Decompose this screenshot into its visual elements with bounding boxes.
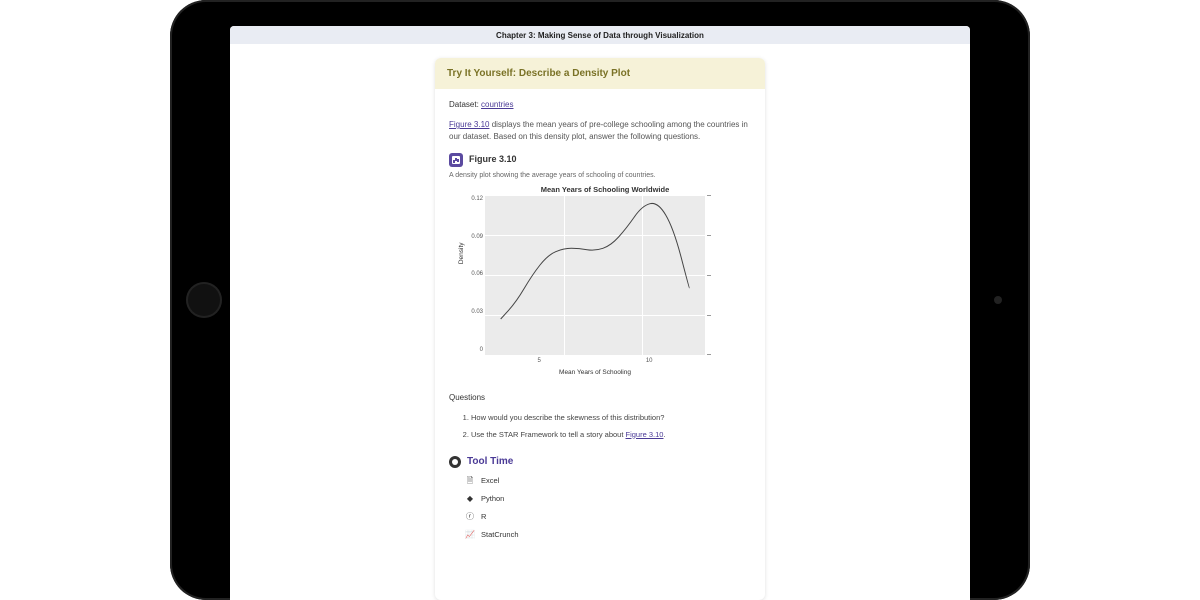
dataset-label: Dataset: bbox=[449, 100, 479, 109]
y-tick: 0.12 bbox=[459, 195, 483, 204]
tool-item-r[interactable]: ⓡR bbox=[465, 511, 751, 523]
tool-label: R bbox=[481, 511, 486, 522]
figure-ref-link[interactable]: Figure 3.10 bbox=[449, 120, 489, 129]
tool-list: 🗎Excel ◆Python ⓡR 📈StatCrunch bbox=[465, 475, 751, 541]
figure-heading: Figure 3.10 bbox=[469, 153, 517, 167]
right-ticks bbox=[705, 195, 711, 355]
tablet-screen: Chapter 3: Making Sense of Data through … bbox=[230, 26, 970, 600]
chart-line-icon: 📈 bbox=[465, 529, 475, 541]
figure-desc-text: displays the mean years of pre-college s… bbox=[449, 120, 748, 141]
y-axis-label: Density bbox=[457, 242, 467, 264]
x-tick: 5 bbox=[537, 357, 540, 366]
y-tick: 0.06 bbox=[459, 270, 483, 279]
tool-label: Excel bbox=[481, 475, 499, 486]
tool-item-statcrunch[interactable]: 📈 StatCrunch bbox=[465, 529, 751, 541]
tool-time-label: Tool Time bbox=[467, 454, 513, 469]
tool-item-python[interactable]: ◆ Python bbox=[465, 493, 751, 505]
card-body: Dataset: countries Figure 3.10 displays … bbox=[435, 89, 765, 541]
question-text: . bbox=[663, 430, 665, 439]
chapter-title: Chapter 3: Making Sense of Data through … bbox=[496, 31, 704, 40]
chart-icon bbox=[449, 153, 463, 167]
questions-list: How would you describe the skewness of t… bbox=[471, 412, 751, 441]
plot-area bbox=[485, 195, 705, 355]
question-text: How would you describe the skewness of t… bbox=[471, 413, 664, 422]
tool-label: StatCrunch bbox=[481, 529, 519, 540]
x-tick: 10 bbox=[646, 357, 653, 366]
r-icon: ⓡ bbox=[465, 511, 475, 523]
diamond-icon: ◆ bbox=[465, 493, 475, 505]
question-item: Use the STAR Framework to tell a story a… bbox=[471, 429, 751, 440]
y-tick: 0.09 bbox=[459, 233, 483, 242]
page-body: Try It Yourself: Describe a Density Plot… bbox=[230, 44, 970, 600]
gear-icon bbox=[449, 456, 461, 468]
tool-item-excel[interactable]: 🗎 Excel bbox=[465, 475, 751, 487]
dataset-row: Dataset: countries bbox=[449, 99, 751, 111]
x-axis: 5 10 bbox=[485, 355, 705, 366]
file-icon: 🗎 bbox=[465, 475, 475, 487]
question-item: How would you describe the skewness of t… bbox=[471, 412, 751, 423]
density-curve bbox=[485, 195, 705, 355]
dataset-link[interactable]: countries bbox=[481, 100, 513, 109]
x-axis-label: Mean Years of Schooling bbox=[485, 368, 705, 378]
density-chart: Mean Years of Schooling Worldwide Densit… bbox=[459, 184, 751, 378]
exercise-card: Try It Yourself: Describe a Density Plot… bbox=[435, 58, 765, 600]
tablet-frame: Chapter 3: Making Sense of Data through … bbox=[170, 0, 1030, 600]
figure-description: Figure 3.10 displays the mean years of p… bbox=[449, 119, 751, 143]
y-axis: Density 0.12 0.09 0.06 0.03 0 bbox=[459, 195, 485, 355]
tool-label: Python bbox=[481, 493, 504, 504]
chart-title: Mean Years of Schooling Worldwide bbox=[459, 184, 751, 195]
y-tick: 0 bbox=[459, 346, 483, 355]
page-header: Chapter 3: Making Sense of Data through … bbox=[230, 26, 970, 44]
question-text: Use the STAR Framework to tell a story a… bbox=[471, 430, 626, 439]
figure-caption: A density plot showing the average years… bbox=[449, 171, 751, 182]
tool-time-heading: Tool Time bbox=[449, 454, 751, 469]
figure-heading-row: Figure 3.10 bbox=[449, 153, 751, 167]
y-tick: 0.03 bbox=[459, 308, 483, 317]
figure-ref-link-2[interactable]: Figure 3.10 bbox=[626, 430, 664, 439]
card-title: Try It Yourself: Describe a Density Plot bbox=[435, 58, 765, 89]
questions-heading: Questions bbox=[449, 392, 751, 404]
